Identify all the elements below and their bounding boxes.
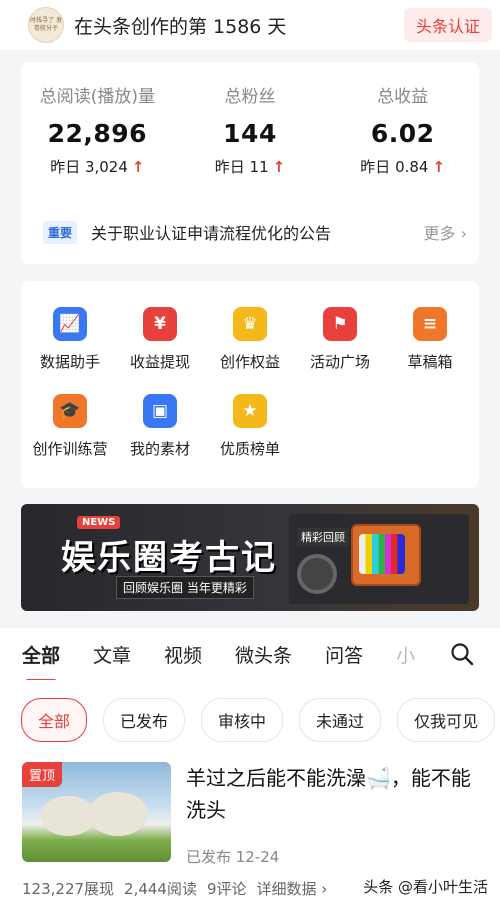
article-item[interactable]: 置顶 羊过之后能不能洗澡🛁，能不能洗头 已发布 12-24 123,227展现 … [0, 760, 500, 902]
metric-comments: 9评论 [206, 880, 247, 898]
up-arrow-icon: ↑ [272, 158, 286, 176]
promo-banner[interactable]: NEWS 娱乐圈考古记 回顾娱乐圈 当年更精彩 精彩回顾 [21, 504, 479, 611]
avatar[interactable]: 时栈寻了 发卷航分子 [28, 7, 64, 43]
article-title[interactable]: 羊过之后能不能洗澡🛁，能不能洗头 [186, 762, 476, 826]
filter-chips: 全部 已发布 审核中 未通过 仅我可见 [0, 680, 500, 760]
tab-more[interactable]: 小 [396, 641, 415, 668]
tv-screen [359, 534, 405, 574]
stat-sub-text: 昨日 0.84 [360, 158, 429, 176]
header: 时栈寻了 发卷航分子 在头条创作的第 1586 天 头条认证 [0, 0, 500, 50]
tool-yen[interactable]: ¥ 收益提现 [115, 307, 205, 372]
stats-card: 总阅读(播放)量 22,896 昨日 3,024 ↑ 总粉丝 144 昨日 11 ↑… [21, 62, 479, 264]
stat-label: 总阅读(播放)量 [39, 87, 155, 107]
medal-icon: ★ [233, 394, 267, 428]
tab-all[interactable]: 全部 [22, 641, 60, 682]
tool-label: 创作训练营 [32, 440, 108, 458]
tab-qa[interactable]: 问答 [325, 641, 363, 668]
tool-flag[interactable]: ⚑ 活动广场 [295, 307, 385, 372]
tools-card: 📈 数据助手 ¥ 收益提现 ♛ 创作权益 ⚑ 活动广场 ≡ 草稿箱 🎓 创作训练营 ▣ 我的素材 ★ 优质榜单 [21, 281, 479, 488]
tools-grid: 📈 数据助手 ¥ 收益提现 ♛ 创作权益 ⚑ 活动广场 ≡ 草稿箱 🎓 创作训练营 ▣ 我的素材 ★ 优质榜单 [21, 281, 479, 459]
metric-impressions: 123,227展现 [22, 880, 115, 898]
tool-chart[interactable]: 📈 数据助手 [25, 307, 115, 372]
banner-subtitle: 回顾娱乐圈 当年更精彩 [116, 576, 254, 599]
stat-sub-text: 昨日 11 [214, 158, 269, 176]
tool-label: 我的素材 [129, 440, 190, 458]
tool-label: 草稿箱 [407, 353, 453, 371]
up-arrow-icon: ↑ [432, 158, 446, 176]
crown-icon: ♛ [233, 307, 267, 341]
article-metrics: 123,227展现 2,444阅读 9评论 详细数据 › [22, 878, 327, 899]
cert-button[interactable]: 头条认证 [403, 8, 492, 42]
search-icon[interactable] [450, 642, 474, 666]
flag-icon: ⚑ [323, 307, 357, 341]
stat-total-fans[interactable]: 总粉丝 144 昨日 11 ↑ [174, 82, 327, 177]
yen-icon: ¥ [143, 307, 177, 341]
tool-label: 收益提现 [129, 353, 190, 371]
up-arrow-icon: ↑ [131, 158, 145, 176]
draft-icon: ≡ [413, 307, 447, 341]
stat-label: 总粉丝 [224, 87, 276, 107]
pin-badge: 置顶 [22, 762, 63, 787]
banner-title: 娱乐圈考古记 [61, 538, 277, 578]
stat-value: 22,896 [47, 119, 148, 148]
banner-right-label: 精彩回顾 [297, 528, 349, 546]
stat-value: 6.02 [370, 119, 435, 148]
tool-label: 创作权益 [219, 353, 280, 371]
article-thumbnail[interactable]: 置顶 [22, 762, 171, 862]
tv-icon [351, 524, 421, 586]
notice-tag: 重要 [43, 220, 78, 244]
tool-image[interactable]: ▣ 我的素材 [115, 394, 205, 459]
film-reel-icon [297, 554, 337, 594]
filter-all[interactable]: 全部 [21, 698, 88, 742]
tab-videos[interactable]: 视频 [164, 641, 202, 668]
filter-published[interactable]: 已发布 [103, 698, 186, 742]
banner-illustration: 精彩回顾 [289, 514, 469, 604]
stat-sub: 昨日 11 ↑ [174, 156, 327, 177]
stat-total-reads[interactable]: 总阅读(播放)量 22,896 昨日 3,024 ↑ [21, 82, 174, 177]
page-title: 在头条创作的第 1586 天 [74, 15, 287, 38]
tool-label: 活动广场 [309, 353, 370, 371]
tab-articles[interactable]: 文章 [93, 641, 131, 668]
detail-data-link[interactable]: 详细数据 › [257, 878, 328, 899]
stat-sub: 昨日 0.84 ↑ [326, 156, 479, 177]
filter-rejected[interactable]: 未通过 [299, 698, 382, 742]
chart-icon: 📈 [53, 307, 87, 341]
content-tabs: 全部 文章 视频 微头条 问答 小 [0, 628, 500, 682]
image-icon: ▣ [143, 394, 177, 428]
notice-text[interactable]: 关于职业认证申请流程优化的公告 [91, 220, 423, 244]
notice-bar[interactable]: 重要 关于职业认证申请流程优化的公告 更多 › [43, 220, 467, 244]
tab-micro-posts[interactable]: 微头条 [235, 641, 292, 668]
tool-graduation-cap[interactable]: 🎓 创作训练营 [25, 394, 115, 459]
stat-value: 144 [223, 119, 277, 148]
sheep-image [88, 792, 148, 836]
metric-reads: 2,444阅读 [124, 880, 197, 898]
filter-private[interactable]: 仅我可见 [397, 698, 496, 742]
filter-reviewing[interactable]: 审核中 [201, 698, 284, 742]
tool-draft[interactable]: ≡ 草稿箱 [385, 307, 475, 372]
tool-label: 数据助手 [39, 353, 100, 371]
graduation-cap-icon: 🎓 [53, 394, 87, 428]
tool-crown[interactable]: ♛ 创作权益 [205, 307, 295, 372]
stat-label: 总收益 [377, 87, 429, 107]
tool-label: 优质榜单 [219, 440, 280, 458]
article-status: 已发布 12-24 [186, 848, 280, 866]
watermark: 头条 @看小叶生活 [363, 878, 488, 896]
tool-medal[interactable]: ★ 优质榜单 [205, 394, 295, 459]
notice-more-link[interactable]: 更多 › [424, 220, 468, 244]
banner-news-tag: NEWS [77, 516, 121, 529]
stat-total-income[interactable]: 总收益 6.02 昨日 0.84 ↑ [326, 82, 479, 177]
stat-sub-text: 昨日 3,024 [50, 158, 128, 176]
stat-sub: 昨日 3,024 ↑ [21, 156, 174, 177]
stats-row: 总阅读(播放)量 22,896 昨日 3,024 ↑ 总粉丝 144 昨日 11 ↑… [21, 62, 479, 177]
